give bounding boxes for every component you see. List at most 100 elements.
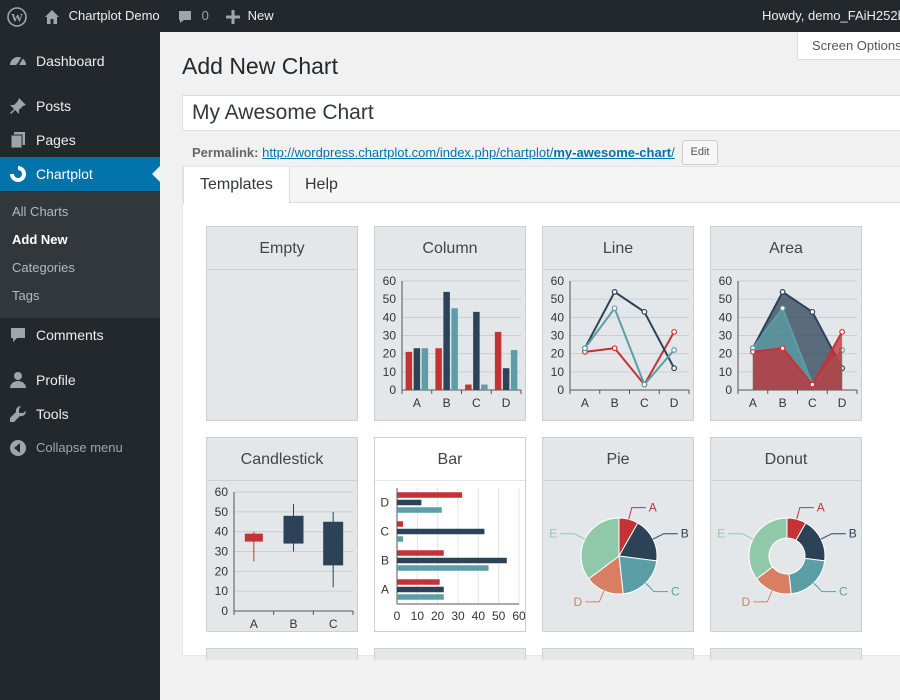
leader-line xyxy=(560,533,586,540)
bar-chart: 0 10 20 30 40 50 60 D C B A xyxy=(380,488,525,623)
submenu-tags[interactable]: Tags xyxy=(12,286,39,306)
y-tick-label: A xyxy=(381,583,389,597)
y-tick-label: 40 xyxy=(383,310,397,324)
x-tick-label: B xyxy=(779,396,787,410)
y-tick-label: 40 xyxy=(719,310,733,324)
x-tick-label: 20 xyxy=(431,609,445,623)
y-tick-label: 60 xyxy=(215,485,229,499)
y-tick-label: 30 xyxy=(551,329,565,343)
edit-permalink-button[interactable]: Edit xyxy=(682,140,718,165)
chartplot-icon xyxy=(10,166,26,182)
data-point xyxy=(641,308,648,315)
y-tick-label: 40 xyxy=(551,310,565,324)
horizontal-bar xyxy=(397,565,489,571)
menu-item-posts[interactable]: Posts xyxy=(0,89,160,123)
y-tick-label: 20 xyxy=(215,564,229,578)
template-card-candlestick[interactable]: Candlestick 0 10 20 30 40 50 60 A B C xyxy=(206,437,358,632)
x-tick-label: 60 xyxy=(512,609,525,623)
menu-label: Posts xyxy=(36,98,72,114)
slice-label: D xyxy=(742,595,751,609)
y-tick-label: 30 xyxy=(719,329,733,343)
data-point xyxy=(749,348,756,355)
x-tick-label: 50 xyxy=(492,609,506,623)
tab-help[interactable]: Help xyxy=(289,167,354,203)
new-content-link[interactable]: New xyxy=(226,0,274,32)
template-title: Area xyxy=(711,227,861,270)
menu-item-chartplot[interactable]: Chartplot xyxy=(0,157,160,191)
data-point xyxy=(611,345,618,352)
svg-text:W: W xyxy=(11,10,23,24)
submenu-all-charts[interactable]: All Charts xyxy=(12,202,68,222)
leader-line xyxy=(753,590,773,603)
chartplot-submenu: All Charts Add New Categories Tags xyxy=(0,192,160,318)
permalink-trail: / xyxy=(671,145,675,160)
data-point xyxy=(611,305,618,312)
y-tick-label: 10 xyxy=(383,365,397,379)
template-card-partial[interactable] xyxy=(542,648,694,660)
donut-slice xyxy=(748,517,788,580)
template-card-partial[interactable] xyxy=(374,648,526,660)
y-tick-label: 40 xyxy=(215,525,229,539)
submenu-add-new[interactable]: Add New xyxy=(12,230,68,250)
comment-icon xyxy=(179,10,191,23)
data-point xyxy=(809,381,816,388)
user-icon xyxy=(10,372,26,388)
template-title: Donut xyxy=(711,438,861,481)
collapse-menu-button[interactable]: Collapse menu xyxy=(0,431,160,465)
template-card-area[interactable]: Area 0 10 20 30 40 50 60 A B C D xyxy=(710,226,862,421)
pie-chart: A B C D E xyxy=(549,501,689,609)
y-tick-label: 20 xyxy=(719,347,733,361)
template-card-partial[interactable] xyxy=(710,648,862,660)
y-tick-label: 0 xyxy=(725,383,732,397)
template-card-donut[interactable]: Donut A B C D E xyxy=(710,437,862,632)
column-bar xyxy=(405,351,413,390)
submenu-categories[interactable]: Categories xyxy=(12,258,75,278)
y-tick-label: 10 xyxy=(719,365,733,379)
y-tick-label: 0 xyxy=(557,383,564,397)
template-card-empty[interactable]: Empty xyxy=(206,226,358,421)
x-tick-label: C xyxy=(472,396,481,410)
horizontal-bar xyxy=(397,594,444,600)
site-home-link[interactable]: Chartplot Demo xyxy=(43,0,160,32)
column-chart: 0 10 20 30 40 50 60 A B C D xyxy=(383,274,522,410)
column-bar xyxy=(494,331,502,390)
menu-item-dashboard[interactable]: Dashboard xyxy=(0,44,160,78)
permalink-link[interactable]: http://wordpress.chartplot.com/index.php… xyxy=(262,145,675,160)
y-tick-label: 60 xyxy=(551,274,565,288)
chart-title-input[interactable] xyxy=(182,95,900,131)
menu-item-profile[interactable]: Profile xyxy=(0,363,160,397)
template-title: Line xyxy=(543,227,693,270)
template-card-line[interactable]: Line 0 10 20 30 40 50 60 A B C D xyxy=(542,226,694,421)
screen-options-button[interactable]: Screen Options xyxy=(797,32,900,60)
permalink-base: http://wordpress.chartplot.com/index.php… xyxy=(262,145,554,160)
pages-icon xyxy=(10,132,25,149)
dashboard-icon xyxy=(10,57,26,67)
column-bar xyxy=(443,291,450,390)
leader-line xyxy=(813,582,837,593)
template-card-bar[interactable]: Bar 0 10 20 30 40 50 60 D C B A xyxy=(374,437,526,632)
template-card-partial[interactable] xyxy=(206,648,358,660)
candle-body xyxy=(283,515,304,544)
y-tick-label: 60 xyxy=(383,274,397,288)
howdy-user-link[interactable]: Howdy, demo_FAiH252b xyxy=(762,0,900,32)
menu-item-tools[interactable]: Tools xyxy=(0,397,160,431)
comments-link[interactable]: 0 xyxy=(177,0,209,32)
menu-item-comments[interactable]: Comments xyxy=(0,318,160,352)
wordpress-logo-icon[interactable]: W xyxy=(7,0,27,32)
menu-label: Collapse menu xyxy=(36,440,123,455)
data-point xyxy=(779,305,786,312)
tab-templates[interactable]: Templates xyxy=(183,167,290,204)
y-tick-label: 60 xyxy=(719,274,733,288)
template-card-column[interactable]: Column 0 10 20 30 40 50 60 A B C D xyxy=(374,226,526,421)
candle-body xyxy=(323,521,344,566)
wrench-icon xyxy=(10,405,27,422)
y-tick-label: 50 xyxy=(719,292,733,306)
series-line xyxy=(584,331,675,387)
x-tick-label: A xyxy=(250,617,258,631)
template-card-pie[interactable]: Pie A B C D E xyxy=(542,437,694,632)
menu-item-pages[interactable]: Pages xyxy=(0,123,160,157)
y-tick-label: 30 xyxy=(215,545,229,559)
plus-icon xyxy=(226,9,240,24)
column-bar xyxy=(510,350,518,390)
comments-count: 0 xyxy=(201,8,209,23)
